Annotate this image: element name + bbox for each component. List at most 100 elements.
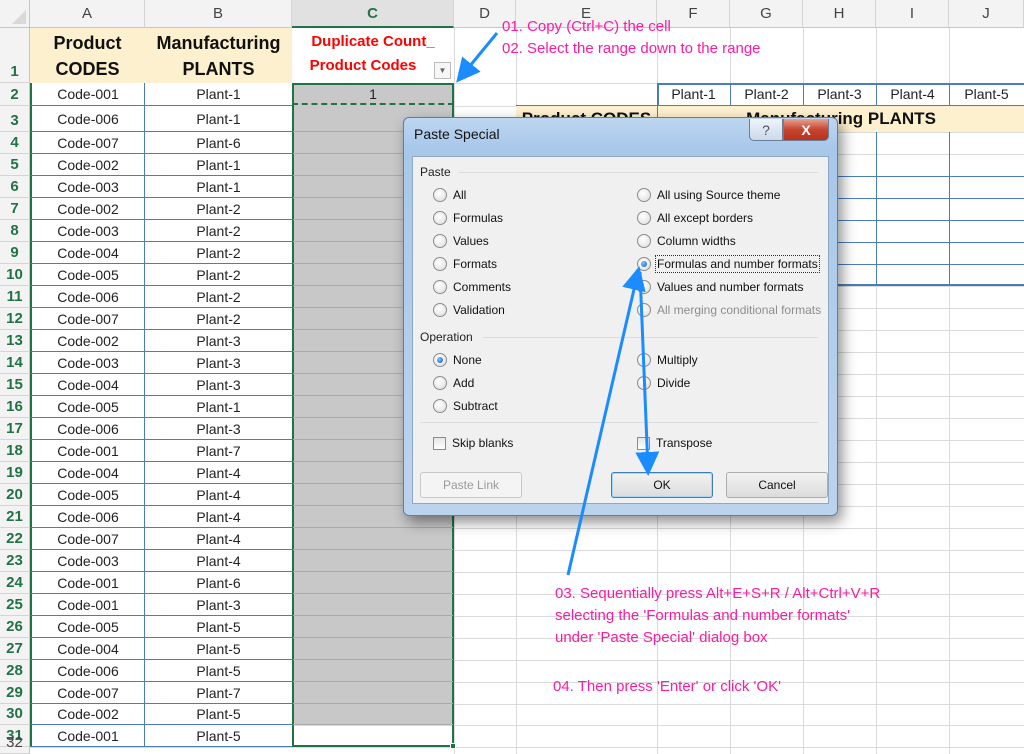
cell-plant[interactable]: Plant-4 (145, 484, 292, 506)
cell-plant[interactable]: Plant-6 (145, 572, 292, 594)
row-header[interactable]: 26 (0, 616, 30, 638)
row-header[interactable]: 13 (0, 330, 30, 352)
cell-product-code[interactable]: Code-002 (30, 330, 145, 352)
cell-product-code[interactable]: Code-003 (30, 220, 145, 242)
close-button[interactable]: X (783, 119, 829, 141)
cell-product-code[interactable]: Code-001 (30, 572, 145, 594)
column-header-c[interactable]: C (292, 0, 454, 28)
column-header-g[interactable]: G (730, 0, 803, 28)
paste-option-radio[interactable]: Comments (433, 280, 511, 294)
cell-product-code[interactable]: Code-004 (30, 638, 145, 660)
cell-plant[interactable]: Plant-2 (145, 286, 292, 308)
cell-product-code[interactable]: Code-005 (30, 396, 145, 418)
cell-plant[interactable]: Plant-5 (145, 638, 292, 660)
row-header[interactable]: 27 (0, 638, 30, 660)
cell-plant[interactable]: Plant-5 (145, 616, 292, 638)
cell-product-code[interactable]: Code-003 (30, 550, 145, 572)
cell-product-code[interactable]: Code-004 (30, 462, 145, 484)
row-header[interactable]: 2 (0, 83, 30, 106)
paste-option-radio[interactable]: Validation (433, 303, 505, 317)
row-header[interactable]: 5 (0, 154, 30, 176)
skip-blanks-checkbox[interactable]: Skip blanks (433, 436, 513, 450)
paste-option-radio[interactable]: All merging conditional formats (637, 303, 821, 317)
cell-plant[interactable]: Plant-4 (145, 550, 292, 572)
paste-option-radio[interactable]: Values (433, 234, 489, 248)
cell-product-code[interactable]: Code-006 (30, 286, 145, 308)
cell-plant[interactable]: Plant-3 (145, 418, 292, 440)
matrix-plant-header[interactable]: Plant-2 (730, 83, 803, 105)
cell-plant[interactable]: Plant-4 (145, 528, 292, 550)
cell-plant[interactable]: Plant-5 (145, 704, 292, 725)
cell-plant[interactable]: Plant-1 (145, 176, 292, 198)
row-header[interactable]: 29 (0, 682, 30, 704)
operation-option-radio[interactable]: Multiply (637, 353, 698, 367)
cell-plant[interactable]: Plant-2 (145, 220, 292, 242)
header-manufacturing-plants[interactable]: Manufacturing PLANTS (145, 28, 292, 83)
cell-product-code[interactable]: Code-001 (30, 725, 145, 747)
cell-product-code[interactable]: Code-006 (30, 106, 145, 132)
operation-option-radio[interactable]: Subtract (433, 399, 498, 413)
operation-option-radio[interactable]: Divide (637, 376, 690, 390)
paste-option-radio[interactable]: All except borders (637, 211, 753, 225)
cell-plant[interactable]: Plant-1 (145, 396, 292, 418)
matrix-plant-header[interactable]: Plant-3 (803, 83, 876, 105)
cell-plant[interactable]: Plant-4 (145, 506, 292, 528)
row-header[interactable]: 22 (0, 528, 30, 550)
column-header-i[interactable]: I (876, 0, 949, 28)
cell-product-code[interactable]: Code-007 (30, 132, 145, 154)
cell-plant[interactable]: Plant-7 (145, 440, 292, 462)
row-header[interactable]: 15 (0, 374, 30, 396)
row-header[interactable]: 4 (0, 132, 30, 154)
row-header[interactable]: 7 (0, 198, 30, 220)
row-header[interactable]: 16 (0, 396, 30, 418)
row-header[interactable]: 1 (0, 28, 30, 83)
paste-option-radio[interactable]: Column widths (637, 234, 736, 248)
cell-product-code[interactable]: Code-002 (30, 704, 145, 725)
column-header-b[interactable]: B (145, 0, 292, 28)
row-header[interactable]: 14 (0, 352, 30, 374)
cell-plant[interactable]: Plant-7 (145, 682, 292, 704)
paste-option-radio[interactable]: Formats (433, 257, 497, 271)
row-header[interactable]: 24 (0, 572, 30, 594)
cell-product-code[interactable]: Code-001 (30, 440, 145, 462)
row-header[interactable]: 8 (0, 220, 30, 242)
cell-product-code[interactable]: Code-006 (30, 660, 145, 682)
matrix-plant-header[interactable]: Plant-4 (876, 83, 949, 105)
cell-plant[interactable]: Plant-3 (145, 330, 292, 352)
row-header[interactable]: 19 (0, 462, 30, 484)
operation-option-radio[interactable]: Add (433, 376, 474, 390)
paste-option-radio[interactable]: Formulas and number formats (637, 255, 820, 273)
cell-plant[interactable]: Plant-2 (145, 242, 292, 264)
row-header[interactable]: 3 (0, 106, 30, 132)
cell-plant[interactable]: Plant-1 (145, 83, 292, 106)
matrix-plant-header[interactable]: Plant-1 (657, 83, 730, 105)
cell-plant[interactable]: Plant-3 (145, 352, 292, 374)
cell-plant[interactable]: Plant-5 (145, 660, 292, 682)
row-header[interactable]: 10 (0, 264, 30, 286)
matrix-plant-header[interactable]: Plant-5 (949, 83, 1024, 105)
paste-option-radio[interactable]: All (433, 188, 466, 202)
filter-dropdown-icon[interactable]: ▼ (434, 62, 451, 79)
cell-product-code[interactable]: Code-007 (30, 308, 145, 330)
row-header[interactable]: 28 (0, 660, 30, 682)
cell-product-code[interactable]: Code-002 (30, 198, 145, 220)
cell-plant[interactable]: Plant-1 (145, 154, 292, 176)
paste-option-radio[interactable]: All using Source theme (637, 188, 780, 202)
row-header[interactable]: 9 (0, 242, 30, 264)
cell-plant[interactable]: Plant-4 (145, 462, 292, 484)
cell-plant[interactable]: Plant-3 (145, 374, 292, 396)
cell-product-code[interactable]: Code-001 (30, 594, 145, 616)
ok-button[interactable]: OK (611, 472, 713, 498)
row-header[interactable]: 11 (0, 286, 30, 308)
cell-plant[interactable]: Plant-2 (145, 264, 292, 286)
select-all-corner[interactable] (0, 0, 30, 28)
row-header[interactable]: 23 (0, 550, 30, 572)
transpose-checkbox[interactable]: Transpose (637, 436, 712, 450)
column-header-j[interactable]: J (949, 0, 1024, 28)
cell-product-code[interactable]: Code-006 (30, 418, 145, 440)
cell-product-code[interactable]: Code-004 (30, 242, 145, 264)
header-duplicate-count[interactable]: Duplicate Count_ Product Codes (292, 28, 454, 83)
cell-product-code[interactable]: Code-006 (30, 506, 145, 528)
cell-product-code[interactable]: Code-007 (30, 528, 145, 550)
row-header[interactable]: 21 (0, 506, 30, 528)
